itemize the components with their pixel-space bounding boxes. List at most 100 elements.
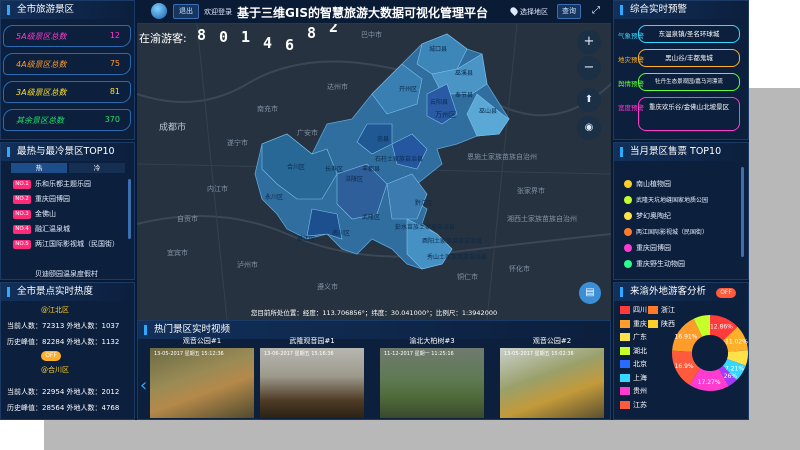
stat-row-3a[interactable]: 3A级景区总数 81 [3,81,131,103]
donut-hole [692,335,728,371]
legend-item[interactable]: 广东 [620,332,647,342]
list-item-label: 金佛山 [35,210,56,218]
district-label: 云阳县 [430,99,449,106]
list-item[interactable]: 梦幻奥陶纪 [624,211,671,221]
legend-item[interactable]: 北京 [620,359,647,369]
current-count-line: 当前人数：72313 外地人数：1037 [7,322,120,330]
list-scrollbar[interactable] [128,179,131,239]
video-card[interactable]: 渝北大柏树#3 11-12-2017 星期一 11:25:16 [380,336,484,418]
scenic-total-title: 全市旅游景区 [1,1,134,19]
district-label: @合川区 [41,366,69,374]
origin-toggle[interactable]: OFF [716,288,736,298]
list-item[interactable]: NO.2 重庆园博园 [13,194,70,204]
legend-item[interactable]: 上海 [620,373,647,383]
logout-button[interactable]: 退出 [173,4,199,19]
list-item-label: 重庆园博园 [35,195,70,203]
tab-hot[interactable]: 热 [11,163,67,173]
list-item[interactable]: 两江国际影视城（民国街） [624,227,708,236]
map-view[interactable]: 成都市 南充市 达州市 万州区 广安市 遂宁市 内江市 自贡市 泸州市 遵义市 … [137,24,611,320]
current-count-line: 当前人数：22954 外地人数：2012 [7,388,120,396]
district-label: 开州区 [399,86,418,93]
zoom-out-button[interactable]: − [577,56,601,80]
district-label: 綦江区 [297,236,316,243]
list-item[interactable]: 武隆天坑地缝国家地质公园 [624,195,708,204]
stat-row-4a[interactable]: 4A级景区总数 75 [3,53,131,75]
heat-toggle[interactable]: OFF [41,351,61,361]
counter-digit: 8 [307,24,317,42]
counter-digit: 2 [329,24,339,36]
compass-icon[interactable]: ⬆ [577,88,601,112]
list-item[interactable]: NO.5 两江国际影视城（民国街） [13,239,125,250]
legend-item[interactable]: 湖北 [620,346,647,356]
district-label: 彭水苗族土家族自治县 [395,224,456,231]
legend-swatch [620,346,630,355]
map-place-label: 自贡市 [177,215,198,223]
stat-label: 3A级景区总数 [16,88,67,97]
list-scrollbar[interactable] [741,167,744,257]
district-label: 南川区 [332,230,351,237]
stat-label: 4A级景区总数 [16,60,67,69]
legend-item[interactable]: 江苏 [620,400,647,410]
list-item[interactable]: 贝迪颐园温泉度假村 [35,269,98,279]
map-place-label: 怀化市 [509,265,530,273]
pie-label: 16.91% [675,334,698,341]
stat-label: 5A级景区总数 [16,32,67,41]
tab-cold[interactable]: 冷 [69,163,125,173]
query-button[interactable]: 查询 [557,4,581,19]
list-item-label: 融汇温泉城 [35,225,70,233]
zoom-in-button[interactable]: + [577,30,601,54]
history-peak-line: 历史峰值：28564 外地人数：4768 [7,404,120,412]
rank-badge: NO.5 [13,239,31,249]
video-thumbnail[interactable]: 11-12-2017 星期一 11:25:16 [380,348,484,418]
list-item[interactable]: 南山植物园 [624,179,671,189]
list-item[interactable]: NO.1 乐和乐都主题乐园 [13,179,91,189]
list-item-label: 贝迪颐园温泉度假村 [35,270,98,278]
rank-badge: NO.3 [13,209,31,219]
pie-label: 11.02% [725,338,748,345]
video-card[interactable]: 武隆观音园#1 13-06-2017 星期五 15:16:36 [260,336,364,418]
video-thumbnail[interactable]: 13-06-2017 星期五 15:16:36 [260,348,364,418]
stat-row-other[interactable]: 其余景区总数 370 [3,109,131,131]
coordinate-readout: 您目前所处位置：经度：113.706856°；纬度：30.041000°；比例尺… [250,309,498,317]
video-card[interactable]: 观音公园#1 13-05-2017 星期五 15:12:36 [150,336,254,418]
legend-item[interactable]: 贵州 [620,386,647,396]
warning-row[interactable]: 气象预警 东温泉镇/圣名环球城 [618,25,742,45]
warning-row[interactable]: 舆情预警 牡丹生态景观园/嘉马河漂流 [618,73,742,93]
list-item[interactable]: NO.3 金佛山 [13,209,56,219]
document-icon[interactable]: ▤ [579,282,601,304]
stat-row-5a[interactable]: 5A级景区总数 12 [3,25,131,47]
rank-dot [624,196,632,204]
list-item[interactable]: 重庆野生动物园 [624,259,685,269]
pie-label: 16.9% [675,363,694,370]
legend-swatch [620,306,630,314]
legend-swatch [620,333,630,341]
list-item[interactable]: NO.4 融汇温泉城 [13,224,70,234]
fullscreen-icon[interactable]: ⤢ [592,5,600,16]
map-place-label: 广安市 [297,129,318,137]
video-prev-arrow[interactable]: ‹ [140,375,147,396]
tickets-panel: 当月景区售票 TOP10 南山植物园 武隆天坑地缝国家地质公园 梦幻奥陶纪 两江… [613,142,749,280]
warning-row[interactable]: 地灾预警 黑山谷/丰都鬼城 [618,49,742,69]
legend-item[interactable]: 重庆 [620,319,647,329]
legend-item[interactable]: 四川 [620,305,647,315]
globe-icon[interactable] [151,3,167,19]
region-select[interactable]: 选择地区 [520,7,548,17]
warning-row[interactable]: 宽度预警 重庆欢乐谷/金佛山北坡景区 [618,97,742,135]
warning-text: 重庆欢乐谷/金佛山北坡景区 [638,97,740,131]
video-card[interactable]: 观音公园#2 13-05-2017 星期五 15:02:36 [500,336,604,418]
district-label: 永川区 [265,194,284,201]
district-label: 巫溪县 [455,70,474,77]
legend-label: 贵州 [633,387,647,395]
district-label: 忠县 [377,136,390,143]
video-thumbnail[interactable]: 13-05-2017 星期五 15:02:36 [500,348,604,418]
district-label: 城口县 [429,46,448,53]
district-label: 丰都县 [362,166,381,173]
legend-swatch [620,360,630,368]
eye-icon[interactable]: ◉ [577,116,601,140]
legend-label: 上海 [633,373,647,382]
origin-panel: 来渝外地游客分析 OFF 四川 浙江 重庆 陕西 广东 湖北 北京 上海 贵州 江苏 12.86%… [613,282,749,420]
district-label: 涪陵区 [345,176,364,183]
video-timestamp: 13-05-2017 星期五 15:02:36 [504,351,574,357]
video-thumbnail[interactable]: 13-05-2017 星期五 15:12:36 [150,348,254,418]
list-item[interactable]: 重庆园博园 [624,243,671,253]
